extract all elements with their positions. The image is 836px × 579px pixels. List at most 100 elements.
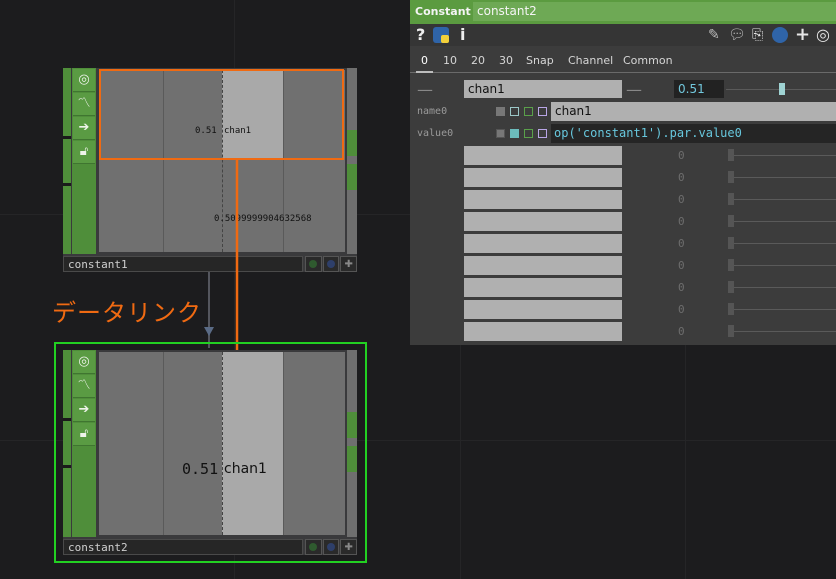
- value-field[interactable]: 0: [678, 259, 685, 272]
- channel-name-field[interactable]: [464, 300, 622, 319]
- python-script-icon[interactable]: [772, 27, 788, 43]
- channel-name-field[interactable]: [464, 190, 622, 209]
- param-label: name0: [417, 106, 448, 117]
- constant-row-empty: 0: [410, 146, 836, 166]
- channel-name-field[interactable]: [464, 146, 622, 165]
- operator-type: Constant: [415, 5, 471, 18]
- value-slider[interactable]: [734, 199, 836, 200]
- channel-name-field[interactable]: chan1: [464, 80, 622, 98]
- strip-notch: [63, 418, 71, 421]
- value-slider[interactable]: [734, 287, 836, 288]
- value-field[interactable]: 0: [678, 303, 685, 316]
- name0-field[interactable]: chan1: [551, 102, 836, 121]
- constant-row-empty: 0: [410, 256, 836, 276]
- param-mode-icon[interactable]: [538, 107, 547, 116]
- display-flag[interactable]: [305, 539, 322, 555]
- strip-notch: [63, 465, 71, 468]
- tab-common[interactable]: Common: [623, 54, 673, 67]
- move-flag[interactable]: ✚: [340, 539, 358, 555]
- value-slider[interactable]: [734, 309, 836, 310]
- panel-header: Constant constant2: [410, 0, 836, 24]
- parameter-panel: Constant constant2 ? i ✎ 💬︎ ⎘ + ◎ 0 10 2…: [410, 0, 836, 345]
- viewer-gridline: [283, 352, 284, 535]
- param-mode-icon[interactable]: [524, 129, 533, 138]
- node-constant2[interactable]: ◎ 〽 ➔ 🔓︎ 0.51 chan1 constant2 ✚: [63, 350, 358, 555]
- value-field[interactable]: 0.51: [674, 80, 724, 98]
- channel-name: chan1: [224, 461, 267, 477]
- value-slider[interactable]: [734, 221, 836, 222]
- value-slider[interactable]: [734, 177, 836, 178]
- value-field[interactable]: 0: [678, 193, 685, 206]
- collapse-icon[interactable]: —: [417, 80, 433, 99]
- bypass-icon[interactable]: 〽: [73, 375, 95, 398]
- value0-expression-field[interactable]: op('constant1').par.value0: [551, 124, 836, 143]
- value-slider-thumb[interactable]: [779, 83, 785, 95]
- collapse-icon[interactable]: —: [626, 80, 642, 99]
- output-connector[interactable]: [347, 446, 357, 472]
- info-icon[interactable]: i: [460, 24, 465, 46]
- comment-icon[interactable]: 💬︎: [728, 24, 746, 46]
- input-strip: [63, 350, 71, 537]
- clone-icon[interactable]: ⎘: [752, 24, 763, 46]
- value-field[interactable]: 0: [678, 171, 685, 184]
- channel-selection: [222, 352, 283, 535]
- value-field[interactable]: 0: [678, 215, 685, 228]
- tab-channel[interactable]: Channel: [568, 54, 613, 67]
- node-name-label[interactable]: constant2: [63, 539, 303, 555]
- constant-row-empty: 0: [410, 212, 836, 232]
- value-field[interactable]: 0: [678, 149, 685, 162]
- output-strip: [347, 350, 357, 537]
- viewer-icon[interactable]: ◎: [73, 351, 95, 374]
- page-tabs: 0 10 20 30 Snap Channel Common: [410, 50, 836, 73]
- constant-row-empty: 0: [410, 278, 836, 298]
- value-marker: [222, 352, 223, 535]
- operator-name-field[interactable]: constant2: [473, 2, 836, 21]
- value-slider[interactable]: [734, 331, 836, 332]
- channel-name-field[interactable]: [464, 322, 622, 341]
- param-mode-icon[interactable]: [510, 129, 519, 138]
- param-mode-icon[interactable]: [524, 107, 533, 116]
- add-icon[interactable]: +: [795, 24, 810, 46]
- export-icon[interactable]: ➔: [73, 399, 95, 422]
- channel-name-field[interactable]: [464, 256, 622, 275]
- chop-viewer[interactable]: 0.51 chan1: [99, 352, 345, 535]
- edit-icon[interactable]: ✎: [708, 24, 720, 46]
- display-flag-icon: [309, 543, 318, 551]
- channel-name-field[interactable]: [464, 234, 622, 253]
- value-slider[interactable]: [734, 155, 836, 156]
- value-slider[interactable]: [734, 265, 836, 266]
- param-mode-icon[interactable]: [538, 129, 547, 138]
- panel-toolbar: ? i ✎ 💬︎ ⎘ + ◎: [410, 24, 836, 46]
- help-icon[interactable]: ?: [416, 24, 425, 46]
- channel-name-field[interactable]: [464, 278, 622, 297]
- node-flags: ✚: [305, 539, 358, 555]
- constant-row-0: — chan1 — 0.51: [410, 80, 836, 100]
- channel-name-field[interactable]: [464, 168, 622, 187]
- value-field[interactable]: 0: [678, 281, 685, 294]
- viewer-gridline: [163, 352, 164, 535]
- value-field[interactable]: 0: [678, 237, 685, 250]
- output-connector[interactable]: [347, 412, 357, 438]
- constant-row-empty: 0: [410, 234, 836, 254]
- constant-row-empty: 0: [410, 168, 836, 188]
- python-icon[interactable]: [433, 27, 449, 43]
- target-icon[interactable]: ◎: [816, 24, 830, 46]
- param-mode-icon[interactable]: [496, 129, 505, 138]
- tab-snap[interactable]: Snap: [526, 54, 554, 67]
- param-mode-icon[interactable]: [510, 107, 519, 116]
- tab-30[interactable]: 30: [499, 54, 513, 67]
- param-row-name0: name0 chan1: [410, 102, 836, 122]
- render-flag-icon: [327, 543, 335, 551]
- value-field[interactable]: 0: [678, 325, 685, 338]
- data-link-label: データリンク: [52, 299, 202, 327]
- param-mode-icon[interactable]: [496, 107, 505, 116]
- value-slider[interactable]: [734, 243, 836, 244]
- render-flag[interactable]: [322, 539, 340, 555]
- tab-20[interactable]: 20: [471, 54, 485, 67]
- move-icon: ✚: [344, 541, 353, 553]
- tab-0[interactable]: 0: [416, 54, 433, 73]
- tab-10[interactable]: 10: [443, 54, 457, 67]
- lock-icon[interactable]: 🔓︎: [73, 423, 95, 446]
- node-flag-column: ◎ 〽 ➔ 🔓︎: [72, 350, 96, 537]
- channel-name-field[interactable]: [464, 212, 622, 231]
